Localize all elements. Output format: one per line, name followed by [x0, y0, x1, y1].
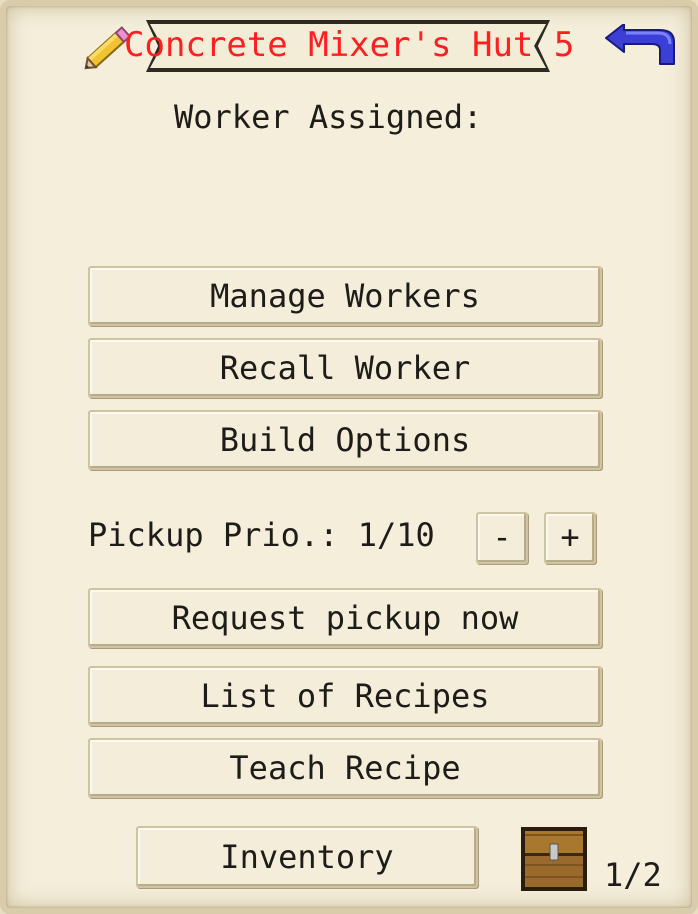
building-title: Concrete Mixer's Hut 5 — [124, 25, 575, 65]
worker-assigned-label: Worker Assigned: — [174, 98, 483, 136]
manage-workers-label: Manage Workers — [210, 277, 480, 315]
pickup-priority-label: Pickup Prio.: 1/10 — [88, 516, 435, 554]
build-options-label: Build Options — [219, 421, 471, 459]
request-pickup-label: Request pickup now — [171, 599, 519, 637]
request-pickup-button[interactable]: Request pickup now — [88, 588, 602, 648]
manage-workers-button[interactable]: Manage Workers — [88, 266, 602, 326]
list-of-recipes-button[interactable]: List of Recipes — [88, 666, 602, 726]
chest-icon[interactable] — [520, 826, 588, 892]
build-options-button[interactable]: Build Options — [88, 410, 602, 470]
inventory-label: Inventory — [220, 838, 394, 876]
back-arrow-icon[interactable] — [604, 24, 678, 66]
recall-worker-button[interactable]: Recall Worker — [88, 338, 602, 398]
pickup-priority-decrease-button[interactable]: - — [476, 512, 528, 564]
teach-recipe-label: Teach Recipe — [229, 749, 461, 787]
page-indicator: 1/2 — [604, 856, 662, 894]
teach-recipe-button[interactable]: Teach Recipe — [88, 738, 602, 798]
list-of-recipes-label: List of Recipes — [200, 677, 490, 715]
inventory-button[interactable]: Inventory — [136, 826, 478, 888]
pickup-priority-increase-button[interactable]: + — [544, 512, 596, 564]
recall-worker-label: Recall Worker — [219, 349, 471, 387]
